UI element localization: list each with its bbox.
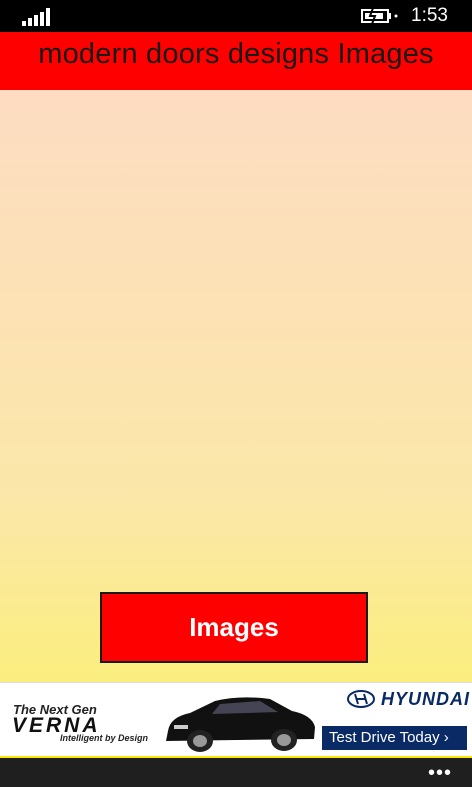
- battery-charging-icon: [361, 7, 399, 25]
- status-bar: 1:53: [0, 0, 472, 32]
- ad-tagline: Intelligent by Design: [60, 733, 149, 743]
- main-content: Images: [0, 90, 472, 682]
- ad-banner[interactable]: The Next Gen VERNA Intelligent by Design…: [0, 682, 472, 757]
- ad-brand-name: HYUNDAI: [381, 688, 471, 709]
- more-options-icon[interactable]: •••: [428, 762, 452, 785]
- app-bar: •••: [0, 756, 472, 787]
- page-title: modern doors designs Images: [0, 32, 472, 90]
- signal-bars-icon: [22, 8, 54, 26]
- clock: 1:53: [411, 5, 448, 26]
- hyundai-logo-icon: [347, 690, 375, 708]
- ad-brand: HYUNDAI: [347, 688, 470, 710]
- test-drive-button[interactable]: Test Drive Today ›: [322, 726, 467, 750]
- car-image: [160, 687, 320, 755]
- images-button[interactable]: Images: [100, 592, 368, 663]
